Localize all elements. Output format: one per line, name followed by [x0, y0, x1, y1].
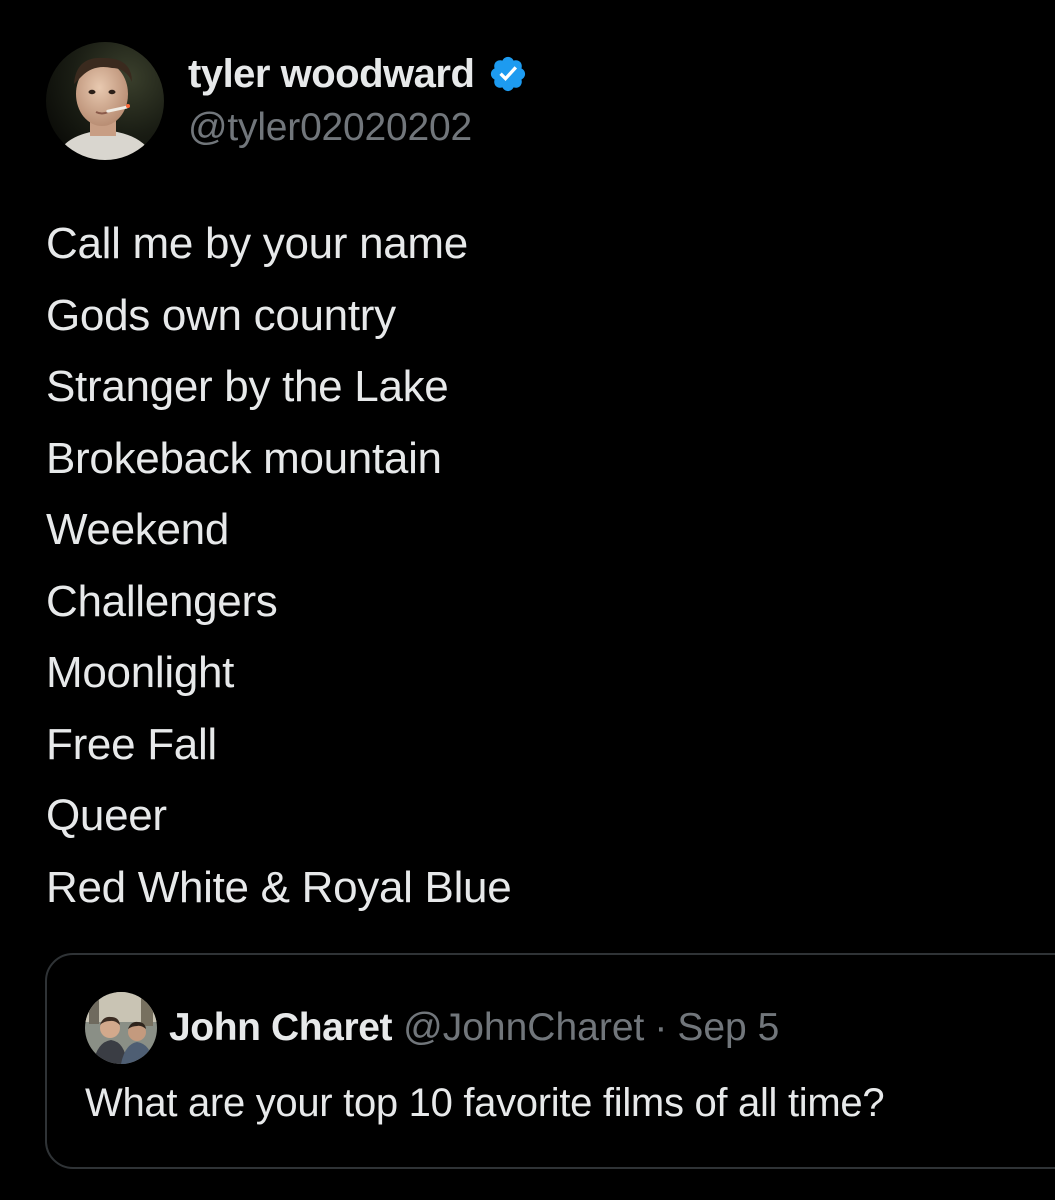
author-handle[interactable]: @tyler02020202 [188, 106, 472, 150]
tweet-body-line: Red White & Royal Blue [46, 862, 512, 912]
quoted-tweet-header: John Charet @JohnCharet · Sep 5 [169, 1005, 779, 1051]
verified-badge-icon[interactable] [488, 54, 528, 94]
quoted-author-display-name[interactable]: John Charet [169, 1006, 393, 1050]
quoted-header-separator: · [654, 1006, 668, 1049]
quoted-tweet-card[interactable]: John Charet @JohnCharet · Sep 5 What are… [45, 953, 1055, 1169]
author-display-name[interactable]: tyler woodward [188, 52, 475, 97]
tweet-body-line: Brokeback mountain [46, 433, 442, 483]
tweet-body-line: Moonlight [46, 648, 235, 697]
tweet-body-line: Call me by your name [46, 219, 468, 268]
quoted-tweet-date[interactable]: Sep 5 [677, 1006, 779, 1050]
tweet-body-line: Gods own country [46, 290, 396, 340]
tweet-body-line: Stranger by the Lake [46, 362, 449, 411]
quoted-author-photo-icon [85, 992, 157, 1064]
tweet-body-line: Free Fall [46, 719, 217, 769]
quoted-tweet-text: What are your top 10 favorite films of a… [85, 1081, 885, 1125]
author-avatar[interactable] [46, 42, 164, 160]
tweet[interactable]: tyler woodward @tyler02020202 Call me by… [0, 0, 1055, 1200]
author-name-row: tyler woodward [188, 50, 528, 98]
tweet-body: Call me by your name Gods own country St… [46, 208, 512, 923]
tweet-body-line: Queer [46, 791, 167, 840]
author-avatar-photo-icon [46, 42, 164, 160]
quoted-author-handle[interactable]: @JohnCharet [403, 1006, 644, 1050]
quoted-author-avatar[interactable] [85, 992, 157, 1064]
tweet-body-line: Weekend [46, 505, 229, 554]
tweet-body-line: Challengers [46, 576, 278, 626]
